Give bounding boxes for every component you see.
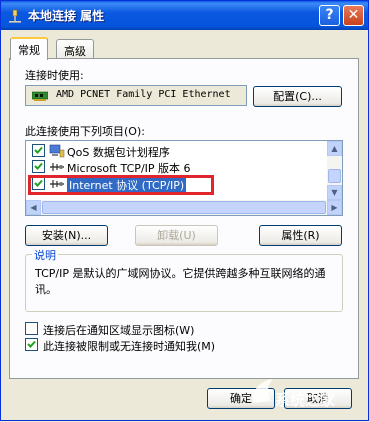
adapter-name: AMD PCNET Family PCI Ethernet — [56, 89, 231, 100]
connect-using-label: 连接时使用: — [25, 69, 84, 82]
scroll-thumb[interactable] — [328, 169, 341, 183]
list-item[interactable]: Microsoft TCP/IP 版本 6 — [26, 159, 330, 175]
list-item[interactable]: QoS 数据包计划程序 — [26, 143, 330, 159]
description-title: 说明 — [32, 247, 58, 263]
watermark-text: 系统之家 — [275, 391, 336, 409]
scroll-up-button[interactable]: ▲ — [327, 141, 342, 156]
annotation-highlight — [28, 175, 214, 195]
uninstall-button[interactable]: 卸载(U) — [135, 225, 218, 246]
scroll-right-button[interactable]: ▶ — [327, 200, 342, 215]
option-label: 连接后在通知区域显示图标(W) — [43, 324, 195, 337]
checkbox[interactable] — [25, 338, 38, 351]
vertical-scrollbar[interactable]: ▲ ▼ — [327, 141, 342, 200]
properties-dialog: 本地连接 属性 ? ✕ 常规 高级 连接时使用: AMD PCNET Famil… — [0, 0, 369, 421]
show-icon-option[interactable]: 连接后在通知区域显示图标(W) — [25, 321, 325, 337]
description-text: TCP/IP 是默认的广域网协议。它提供跨越多种互联网络的通讯。 — [35, 267, 326, 296]
qos-icon — [49, 144, 65, 158]
option-label: 此连接被限制或无连接时通知我(M) — [43, 340, 216, 353]
protocol-icon — [50, 163, 64, 171]
watermark-logo — [252, 379, 273, 403]
scroll-thumb[interactable] — [42, 201, 326, 214]
scroll-down-button[interactable]: ▼ — [327, 185, 342, 200]
adapter-field: AMD PCNET Family PCI Ethernet — [25, 85, 247, 106]
install-button[interactable]: 安装(N)... — [25, 225, 108, 246]
list-item-label: QoS 数据包计划程序 — [67, 146, 170, 159]
list-item-label: Microsoft TCP/IP 版本 6 — [67, 162, 191, 175]
checkbox[interactable] — [32, 160, 45, 173]
configure-button[interactable]: 配置(C)... — [253, 86, 342, 107]
horizontal-scrollbar[interactable]: ◀ ▶ — [26, 200, 342, 215]
notify-option[interactable]: 此连接被限制或无连接时通知我(M) — [25, 337, 325, 353]
checkbox[interactable] — [25, 322, 38, 335]
network-adapter-icon — [32, 91, 48, 101]
scroll-left-button[interactable]: ◀ — [26, 200, 41, 215]
checkbox[interactable] — [32, 144, 45, 157]
items-label: 此连接使用下列项目(O): — [25, 125, 145, 138]
checkmark-icon — [34, 146, 43, 154]
checkmark-icon — [27, 340, 36, 348]
properties-button[interactable]: 属性(R) — [259, 225, 342, 246]
checkmark-icon — [34, 162, 43, 170]
